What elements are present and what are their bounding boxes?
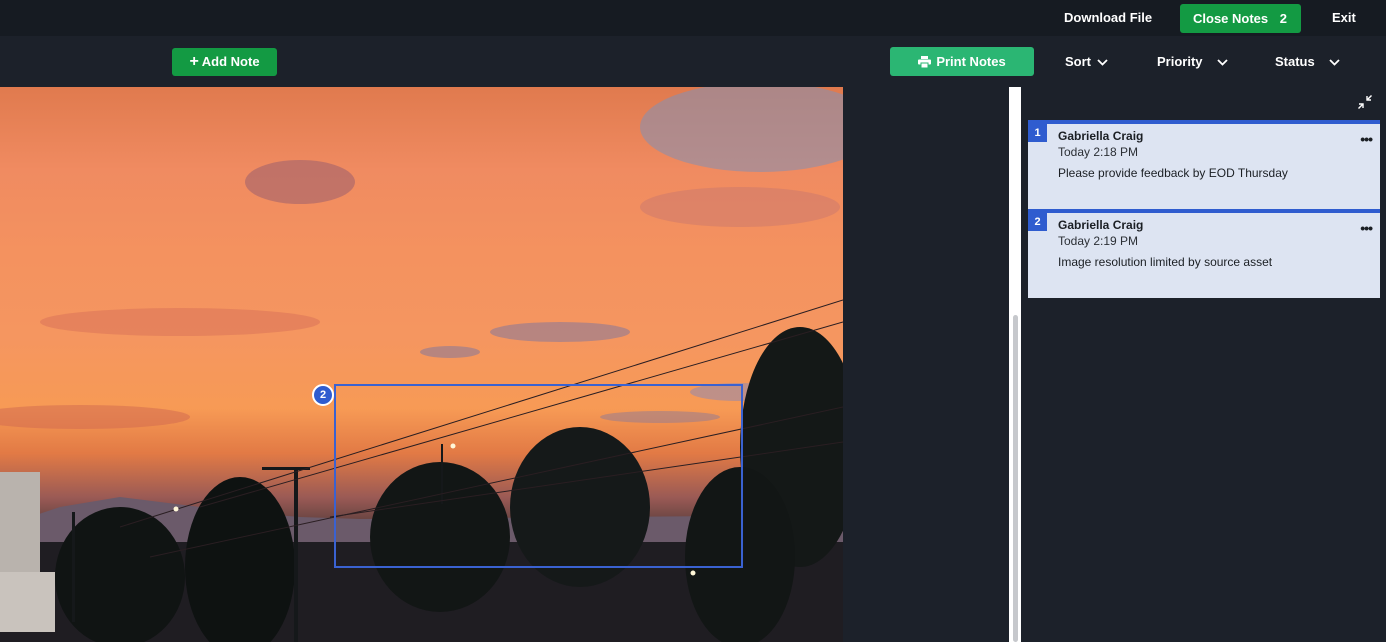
chevron-down-icon (1216, 59, 1228, 66)
note-text: Please provide feedback by EOD Thursday (1058, 166, 1288, 180)
chevron-down-icon (1097, 59, 1108, 66)
note-number-badge: 1 (1028, 124, 1047, 142)
toolbar: + Add Note Print Notes Sort Priority Stat… (0, 36, 1386, 87)
print-notes-button[interactable]: Print Notes (890, 47, 1034, 76)
scrollbar-thumb[interactable] (1013, 315, 1018, 642)
note-card[interactable]: 1 Gabriella Craig Today 2:18 PM Please p… (1028, 120, 1380, 209)
add-note-button[interactable]: + Add Note (172, 48, 277, 76)
more-options-icon[interactable]: ••• (1360, 221, 1373, 235)
print-notes-label: Print Notes (936, 54, 1006, 69)
note-timestamp: Today 2:18 PM (1058, 145, 1139, 159)
more-options-icon[interactable]: ••• (1360, 132, 1373, 146)
download-file-button[interactable]: Download File (1064, 0, 1152, 36)
status-dropdown[interactable]: Status (1275, 47, 1340, 76)
exit-button[interactable]: Exit (1332, 0, 1356, 36)
printer-icon (918, 56, 932, 69)
note-number-badge: 2 (1028, 213, 1047, 231)
annotation-marker[interactable]: 2 (312, 384, 334, 406)
top-bar: Download File Close Notes 2 Exit (0, 0, 1386, 36)
priority-dropdown[interactable]: Priority (1157, 47, 1228, 76)
note-card[interactable]: 2 Gabriella Craig Today 2:19 PM Image re… (1028, 209, 1380, 298)
notes-count-badge: 2 (1279, 11, 1287, 26)
add-note-label: Add Note (201, 54, 260, 69)
chevron-down-icon (1329, 59, 1340, 66)
sort-label: Sort (1065, 54, 1091, 69)
note-author: Gabriella Craig (1058, 129, 1144, 143)
close-notes-button[interactable]: Close Notes 2 (1180, 4, 1301, 33)
status-label: Status (1275, 54, 1315, 69)
collapse-icon[interactable] (1358, 95, 1372, 109)
note-author: Gabriella Craig (1058, 218, 1144, 232)
priority-label: Priority (1157, 54, 1203, 69)
image-viewer[interactable]: 2 (0, 87, 1009, 642)
close-notes-label: Close Notes (1193, 11, 1269, 26)
note-timestamp: Today 2:19 PM (1058, 234, 1139, 248)
annotation-region[interactable] (334, 384, 743, 568)
note-text: Image resolution limited by source asset (1058, 255, 1273, 269)
plus-icon: + (189, 53, 199, 70)
sort-dropdown[interactable]: Sort (1065, 47, 1108, 76)
